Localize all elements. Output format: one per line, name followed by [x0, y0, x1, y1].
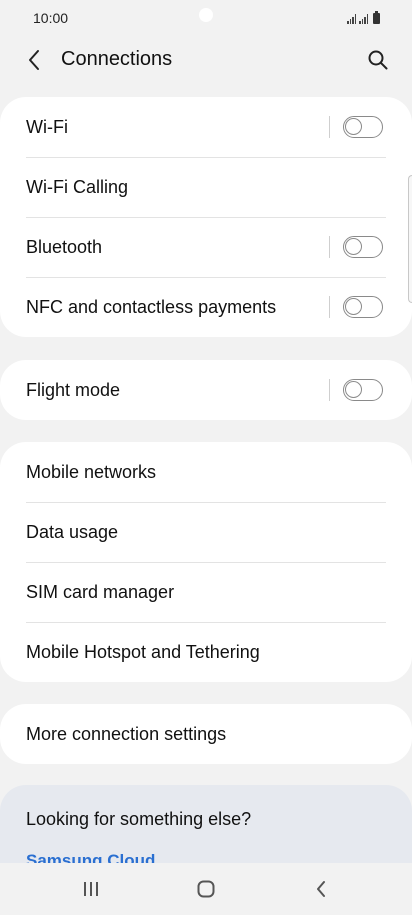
battery-icon	[373, 11, 380, 24]
row-divider	[329, 379, 330, 401]
settings-group-flight: Flight mode	[0, 360, 412, 420]
nav-back-icon	[317, 881, 325, 897]
hotspot-tethering-row[interactable]: Mobile Hotspot and Tethering	[0, 622, 412, 682]
data-usage-row[interactable]: Data usage	[0, 502, 412, 562]
wifi-label: Wi-Fi	[26, 116, 68, 137]
suggestions-title: Looking for something else?	[26, 809, 252, 829]
home-button[interactable]	[191, 875, 221, 903]
scrollbar[interactable]	[408, 175, 412, 303]
bluetooth-label: Bluetooth	[26, 236, 103, 257]
navigation-bar	[0, 863, 412, 915]
wifi-calling-row[interactable]: Wi-Fi Calling	[0, 157, 412, 217]
hotspot-tethering-label: Mobile Hotspot and Tethering	[26, 641, 260, 662]
settings-group-networks: Mobile networks Data usage SIM card mana…	[0, 442, 412, 682]
page-title: Connections	[61, 48, 173, 70]
nfc-row[interactable]: NFC and contactless payments	[0, 277, 412, 337]
sim-card-manager-label: SIM card manager	[26, 581, 175, 602]
nfc-label: NFC and contactless payments	[26, 296, 277, 317]
nav-back-button[interactable]	[306, 875, 336, 903]
wifi-row[interactable]: Wi-Fi	[0, 97, 412, 157]
suggestions-card: Looking for something else? Samsung Clou…	[0, 785, 412, 863]
search-icon	[368, 50, 388, 70]
connections-screen: 10:00 Connections Wi-Fi Wi-Fi Calling Bl…	[0, 0, 412, 915]
toggle-knob	[345, 238, 362, 255]
front-camera	[199, 8, 213, 22]
more-connection-settings-label: More connection settings	[26, 723, 227, 744]
row-divider	[329, 116, 330, 138]
signal-icon	[347, 14, 356, 24]
more-connection-settings-row[interactable]: More connection settings	[0, 704, 412, 764]
signal-icon	[359, 14, 368, 24]
samsung-cloud-link[interactable]: Samsung Cloud	[26, 851, 155, 863]
recents-icon	[84, 882, 98, 896]
bluetooth-toggle[interactable]	[343, 236, 383, 258]
mobile-networks-label: Mobile networks	[26, 461, 157, 482]
row-divider	[329, 296, 330, 318]
settings-group-connectivity: Wi-Fi Wi-Fi Calling Bluetooth NFC and co…	[0, 97, 412, 337]
status-icons	[347, 10, 380, 24]
home-icon	[197, 880, 215, 898]
recents-button[interactable]	[76, 875, 106, 903]
wifi-toggle[interactable]	[343, 116, 383, 138]
flight-mode-toggle[interactable]	[343, 379, 383, 401]
toggle-knob	[345, 381, 362, 398]
chevron-left-icon	[29, 50, 39, 70]
app-header: Connections	[0, 36, 412, 84]
row-divider	[329, 236, 330, 258]
bluetooth-row[interactable]: Bluetooth	[0, 217, 412, 277]
nfc-toggle[interactable]	[343, 296, 383, 318]
flight-mode-label: Flight mode	[26, 379, 121, 400]
data-usage-label: Data usage	[26, 521, 119, 542]
wifi-calling-label: Wi-Fi Calling	[26, 176, 129, 197]
toggle-knob	[345, 118, 362, 135]
status-bar: 10:00	[0, 0, 412, 36]
search-button[interactable]	[364, 46, 392, 74]
back-button[interactable]	[20, 46, 48, 74]
sim-card-manager-row[interactable]: SIM card manager	[0, 562, 412, 622]
settings-group-more: More connection settings	[0, 704, 412, 764]
mobile-networks-row[interactable]: Mobile networks	[0, 442, 412, 502]
toggle-knob	[345, 298, 362, 315]
flight-mode-row[interactable]: Flight mode	[0, 360, 412, 420]
status-time: 10:00	[33, 10, 69, 26]
